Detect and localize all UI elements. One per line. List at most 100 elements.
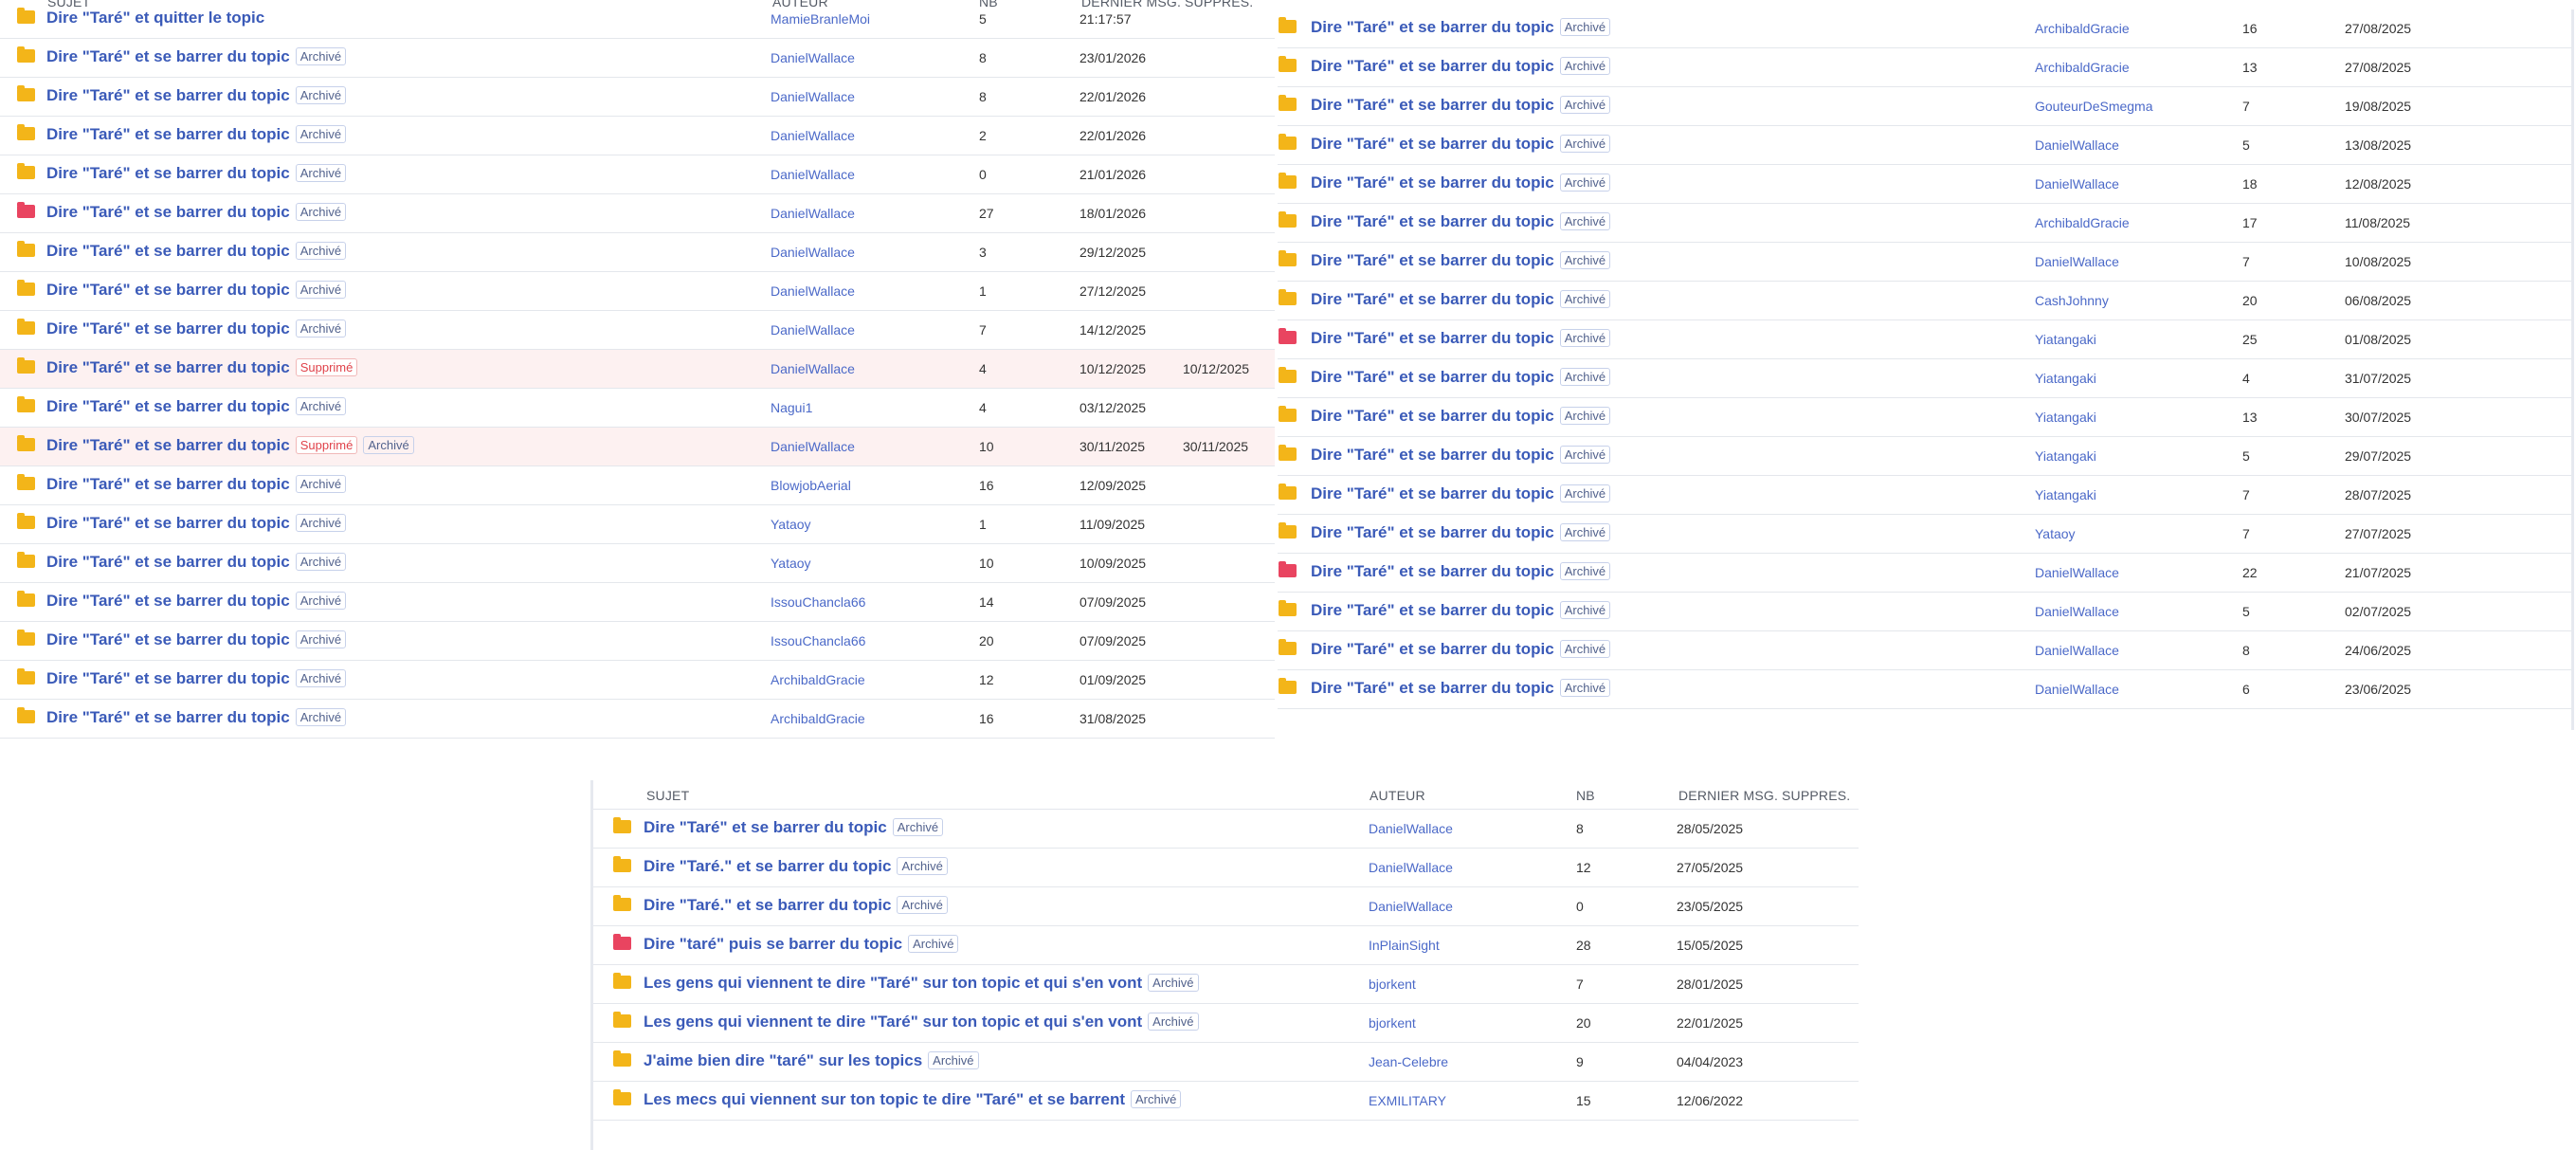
topic-author-link[interactable]: DanielWallace <box>1369 899 1453 914</box>
topic-last-message[interactable]: 31/07/2025 <box>2345 371 2411 386</box>
header-author[interactable]: AUTEUR <box>1370 788 1425 803</box>
topic-author-link[interactable]: ArchibaldGracie <box>2035 21 2130 36</box>
topic-author-link[interactable]: ArchibaldGracie <box>771 672 865 687</box>
topic-title-link[interactable]: Dire "Taré" et se barrer du topic <box>1311 18 1554 36</box>
topic-author-link[interactable]: DanielWallace <box>2035 565 2119 580</box>
topic-author-link[interactable]: BlowjobAerial <box>771 478 851 493</box>
topic-author-link[interactable]: DanielWallace <box>771 283 855 299</box>
topic-last-message[interactable]: 27/05/2025 <box>1677 860 1743 875</box>
topic-author-link[interactable]: GouteurDeSmegma <box>2035 99 2153 114</box>
topic-title-link[interactable]: Les gens qui viennent te dire "Taré" sur… <box>644 974 1142 992</box>
topic-author-link[interactable]: DanielWallace <box>771 167 855 182</box>
topic-author-link[interactable]: DanielWallace <box>771 50 855 65</box>
topic-title-link[interactable]: J'aime bien dire "taré" sur les topics <box>644 1051 922 1069</box>
topic-last-message[interactable]: 30/11/2025 <box>1079 439 1145 454</box>
topic-title-link[interactable]: Dire "Taré" et se barrer du topic <box>1311 523 1554 541</box>
topic-title-link[interactable]: Dire "Taré" et se barrer du topic <box>644 818 887 836</box>
topic-author-link[interactable]: DanielWallace <box>2035 643 2119 658</box>
topic-last-message[interactable]: 10/12/2025 <box>1079 361 1146 376</box>
topic-last-message[interactable]: 01/08/2025 <box>2345 332 2411 347</box>
topic-last-message[interactable]: 10/09/2025 <box>1079 556 1146 571</box>
topic-author-link[interactable]: InPlainSight <box>1369 938 1440 953</box>
topic-title-link[interactable]: Dire "Taré" et se barrer du topic <box>46 86 290 104</box>
topic-last-message[interactable]: 30/07/2025 <box>2345 410 2411 425</box>
topic-author-link[interactable]: bjorkent <box>1369 977 1416 992</box>
topic-last-message[interactable]: 04/04/2023 <box>1677 1054 1743 1069</box>
topic-last-message[interactable]: 31/08/2025 <box>1079 711 1146 726</box>
topic-last-message[interactable]: 28/01/2025 <box>1677 977 1743 992</box>
topic-last-message[interactable]: 22/01/2025 <box>1677 1015 1743 1031</box>
topic-title-link[interactable]: Dire "Taré" et se barrer du topic <box>46 708 290 726</box>
topic-title-link[interactable]: Dire "Taré" et se barrer du topic <box>46 203 290 221</box>
topic-title-link[interactable]: Dire "Taré" et se barrer du topic <box>46 397 290 415</box>
topic-author-link[interactable]: CashJohnny <box>2035 293 2109 308</box>
topic-author-link[interactable]: DanielWallace <box>2035 682 2119 697</box>
topic-last-message[interactable]: 21/07/2025 <box>2345 565 2411 580</box>
topic-author-link[interactable]: DanielWallace <box>771 439 855 454</box>
topic-last-message[interactable]: 02/07/2025 <box>2345 604 2411 619</box>
topic-last-message[interactable]: 10/08/2025 <box>2345 254 2411 269</box>
topic-author-link[interactable]: Yiatangaki <box>2035 487 2096 502</box>
topic-last-message[interactable]: 23/01/2026 <box>1079 50 1146 65</box>
topic-last-message[interactable]: 03/12/2025 <box>1079 400 1146 415</box>
topic-title-link[interactable]: Dire "Taré" et se barrer du topic <box>1311 96 1554 114</box>
topic-title-link[interactable]: Dire "Taré" et se barrer du topic <box>1311 290 1554 308</box>
topic-author-link[interactable]: MamieBranleMoi <box>771 11 870 27</box>
topic-last-message[interactable]: 27/08/2025 <box>2345 21 2411 36</box>
topic-title-link[interactable]: Dire "Taré" et se barrer du topic <box>46 436 290 454</box>
topic-author-link[interactable]: Yiatangaki <box>2035 410 2096 425</box>
topic-title-link[interactable]: Dire "Taré." et se barrer du topic <box>644 857 891 875</box>
header-last-message[interactable]: DERNIER MSG. <box>1678 788 1778 803</box>
topic-last-message[interactable]: 28/07/2025 <box>2345 487 2411 502</box>
topic-last-message[interactable]: 27/12/2025 <box>1079 283 1146 299</box>
topic-title-link[interactable]: Dire "Taré" et se barrer du topic <box>1311 173 1554 192</box>
topic-last-message[interactable]: 06/08/2025 <box>2345 293 2411 308</box>
topic-last-message[interactable]: 01/09/2025 <box>1079 672 1146 687</box>
topic-last-message[interactable]: 11/08/2025 <box>2345 215 2410 230</box>
topic-title-link[interactable]: Dire "Taré" et se barrer du topic <box>1311 679 1554 697</box>
topic-title-link[interactable]: Dire "Taré" et se barrer du topic <box>46 592 290 610</box>
topic-last-message[interactable]: 15/05/2025 <box>1677 938 1743 953</box>
topic-last-message[interactable]: 19/08/2025 <box>2345 99 2411 114</box>
topic-last-message[interactable]: 29/12/2025 <box>1079 245 1146 260</box>
topic-title-link[interactable]: Dire "Taré" et se barrer du topic <box>1311 368 1554 386</box>
topic-title-link[interactable]: Dire "Taré" et se barrer du topic <box>1311 446 1554 464</box>
topic-author-link[interactable]: DanielWallace <box>771 206 855 221</box>
topic-title-link[interactable]: Dire "Taré" et se barrer du topic <box>1311 212 1554 230</box>
topic-author-link[interactable]: DanielWallace <box>771 89 855 104</box>
topic-author-link[interactable]: Yataoy <box>771 517 811 532</box>
topic-last-message[interactable]: 23/05/2025 <box>1677 899 1743 914</box>
topic-last-message[interactable]: 11/09/2025 <box>1079 517 1145 532</box>
topic-last-message[interactable]: 07/09/2025 <box>1079 594 1146 610</box>
topic-title-link[interactable]: Dire "Taré" et quitter le topic <box>46 9 264 27</box>
topic-author-link[interactable]: Yiatangaki <box>2035 448 2096 464</box>
topic-author-link[interactable]: DanielWallace <box>2035 176 2119 192</box>
topic-author-link[interactable]: Yiatangaki <box>2035 332 2096 347</box>
topic-last-message[interactable]: 13/08/2025 <box>2345 137 2411 153</box>
topic-author-link[interactable]: IssouChancla66 <box>771 633 865 648</box>
topic-last-message[interactable]: 22/01/2026 <box>1079 128 1146 143</box>
topic-last-message[interactable]: 21/01/2026 <box>1079 167 1146 182</box>
topic-author-link[interactable]: Nagui1 <box>771 400 812 415</box>
topic-author-link[interactable]: ArchibaldGracie <box>2035 60 2130 75</box>
topic-title-link[interactable]: Dire "Taré" et se barrer du topic <box>1311 329 1554 347</box>
topic-title-link[interactable]: Dire "Taré" et se barrer du topic <box>46 475 290 493</box>
topic-title-link[interactable]: Dire "Taré" et se barrer du topic <box>1311 135 1554 153</box>
topic-last-message[interactable]: 22/01/2026 <box>1079 89 1146 104</box>
topic-author-link[interactable]: DanielWallace <box>1369 821 1453 836</box>
topic-author-link[interactable]: DanielWallace <box>771 322 855 338</box>
topic-last-message[interactable]: 12/09/2025 <box>1079 478 1146 493</box>
topic-title-link[interactable]: Les mecs qui viennent sur ton topic te d… <box>644 1090 1125 1108</box>
topic-author-link[interactable]: Yataoy <box>2035 526 2076 541</box>
topic-title-link[interactable]: Dire "Taré" et se barrer du topic <box>46 47 290 65</box>
topic-author-link[interactable]: Jean-Celebre <box>1369 1054 1448 1069</box>
topic-last-message[interactable]: 12/08/2025 <box>2345 176 2411 192</box>
topic-author-link[interactable]: DanielWallace <box>2035 604 2119 619</box>
topic-last-message[interactable]: 28/05/2025 <box>1677 821 1743 836</box>
header-count[interactable]: NB <box>1576 788 1595 803</box>
topic-title-link[interactable]: Dire "Taré" et se barrer du topic <box>46 164 290 182</box>
topic-author-link[interactable]: IssouChancla66 <box>771 594 865 610</box>
topic-author-link[interactable]: Yataoy <box>771 556 811 571</box>
topic-last-message[interactable]: 14/12/2025 <box>1079 322 1146 338</box>
topic-last-message[interactable]: 18/01/2026 <box>1079 206 1146 221</box>
